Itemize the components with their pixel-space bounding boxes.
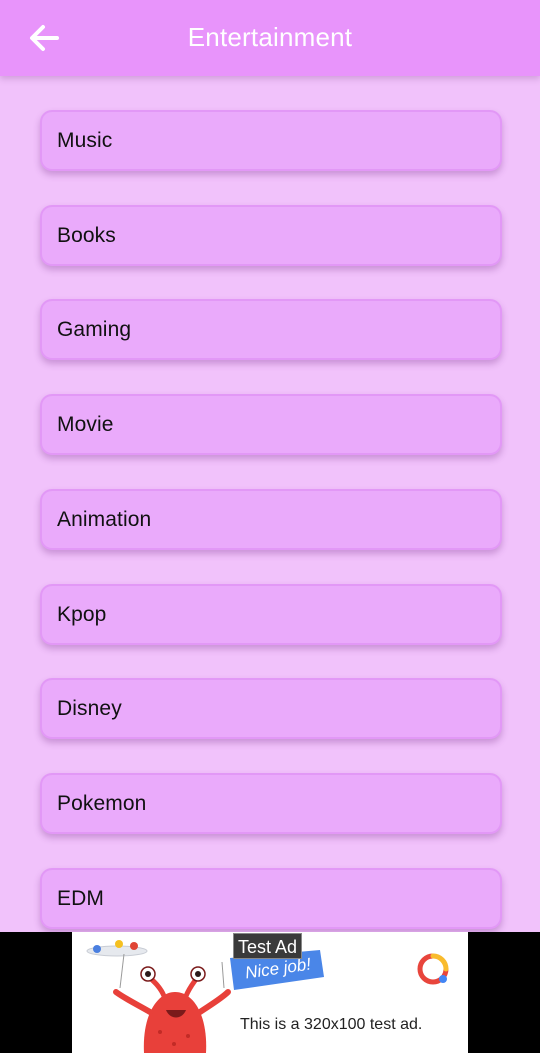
category-label: Kpop bbox=[57, 602, 107, 626]
category-card-pokemon[interactable]: Pokemon bbox=[40, 773, 502, 834]
category-label: Pokemon bbox=[57, 791, 147, 815]
ad-banner[interactable]: Nice job! This is a 320x100 test ad. Tes… bbox=[72, 932, 468, 1053]
app-bar: Entertainment bbox=[0, 0, 540, 76]
page-title: Entertainment bbox=[187, 22, 353, 52]
ad-strip: Nice job! This is a 320x100 test ad. Tes… bbox=[0, 932, 540, 1053]
category-list: Music Books Gaming Movie Animation Kpop … bbox=[0, 76, 540, 932]
category-label: Gaming bbox=[57, 317, 132, 341]
category-card-animation[interactable]: Animation bbox=[40, 489, 502, 550]
category-label: Music bbox=[57, 128, 113, 152]
category-card-gaming[interactable]: Gaming bbox=[40, 299, 502, 360]
category-card-movie[interactable]: Movie bbox=[40, 394, 502, 455]
category-card-kpop[interactable]: Kpop bbox=[40, 584, 502, 645]
category-card-books[interactable]: Books bbox=[40, 205, 502, 266]
category-card-music[interactable]: Music bbox=[40, 110, 502, 171]
category-label: EDM bbox=[57, 886, 104, 910]
test-ad-badge: Test Ad bbox=[233, 933, 303, 959]
category-label: Books bbox=[57, 223, 116, 247]
ad-banner-text: This is a 320x100 test ad. bbox=[240, 1016, 423, 1033]
category-card-disney[interactable]: Disney bbox=[40, 678, 502, 739]
screen: Entertainment Music Books Gaming Movie A… bbox=[0, 0, 540, 1053]
category-label: Animation bbox=[57, 507, 152, 531]
category-label: Disney bbox=[57, 696, 122, 720]
ad-logo-icon bbox=[417, 953, 449, 985]
category-card-edm[interactable]: EDM bbox=[40, 868, 502, 929]
category-label: Movie bbox=[57, 412, 114, 436]
